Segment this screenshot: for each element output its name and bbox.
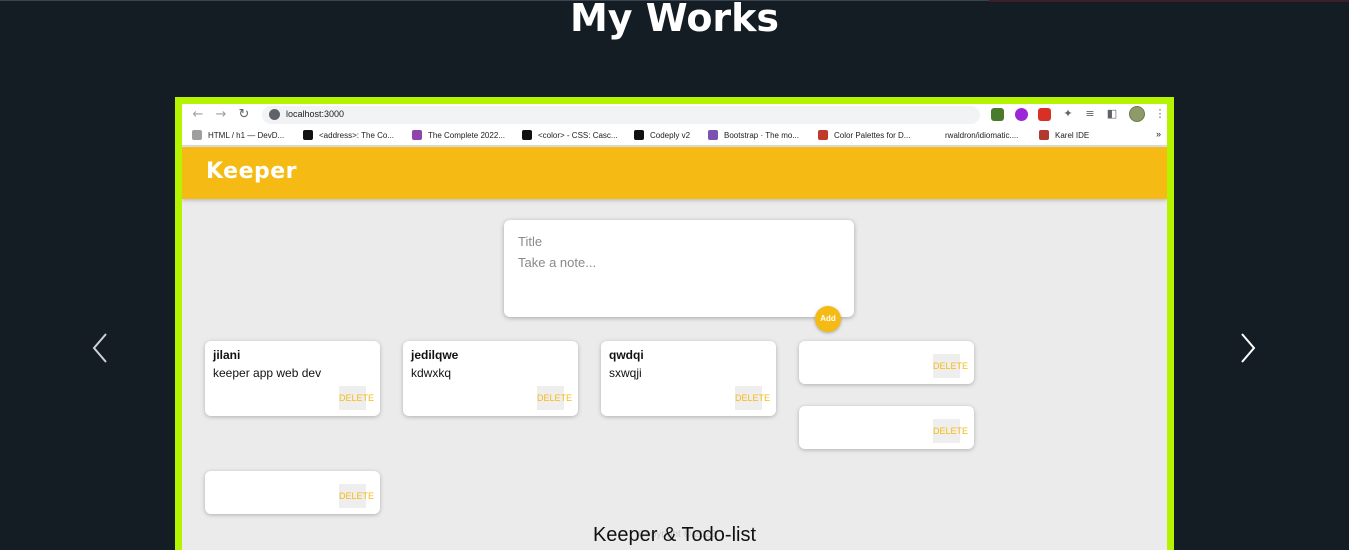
bookmark-favicon-icon	[192, 129, 202, 140]
chevron-left-icon	[92, 333, 107, 363]
site-info-icon[interactable]	[269, 109, 280, 120]
extension-icon[interactable]	[1015, 108, 1028, 121]
extension-icon[interactable]	[991, 108, 1004, 121]
bookmark-favicon-icon	[818, 129, 828, 140]
app-brand: Keeper	[206, 159, 298, 184]
note-card: jedilqwe kdwxkq DELETE	[403, 341, 578, 416]
bookmark-item[interactable]: Karel IDE	[1039, 129, 1089, 143]
delete-button[interactable]: DELETE	[735, 386, 770, 410]
bookmark-item[interactable]: rwaldron/idiomatic....	[929, 129, 1018, 143]
extension-icon[interactable]	[1038, 108, 1051, 121]
note-card: DELETE	[205, 471, 380, 514]
note-content: keeper app web dev	[213, 366, 322, 380]
bookmark-item[interactable]: Bootstrap · The mo...	[708, 129, 799, 143]
reading-list-icon[interactable]: ≡	[1083, 107, 1097, 121]
browser-window: ← → ↻ localhost:3000 ✦ ≡ ◧ ⋮ HTML / h1 —…	[182, 104, 1167, 550]
delete-button[interactable]: DELETE	[933, 354, 968, 378]
address-bar[interactable]: localhost:3000	[262, 106, 980, 124]
bookmarks-overflow-icon[interactable]: »	[1156, 129, 1161, 139]
profile-avatar[interactable]	[1129, 106, 1145, 122]
bookmark-favicon-icon	[708, 129, 718, 140]
browser-toolbar: ← → ↻ localhost:3000 ✦ ≡ ◧ ⋮	[182, 104, 1167, 126]
carousel-prev-button[interactable]	[86, 330, 116, 366]
project-screenshot-frame: ← → ↻ localhost:3000 ✦ ≡ ◧ ⋮ HTML / h1 —…	[175, 97, 1174, 550]
bookmark-item[interactable]: The Complete 2022...	[412, 129, 505, 143]
add-note-button[interactable]: Add	[815, 306, 841, 332]
bookmark-item[interactable]: <color> - CSS: Casc...	[522, 129, 618, 143]
bookmark-item[interactable]: Codeply v2	[634, 129, 690, 143]
note-card: DELETE	[799, 341, 974, 384]
delete-button[interactable]: DELETE	[537, 386, 572, 410]
project-caption: Keeper & Todo-list	[592, 524, 757, 546]
note-content: kdwxkq	[411, 366, 452, 380]
bookmark-item[interactable]: <address>: The Co...	[303, 129, 394, 143]
note-content: sxwqji	[609, 366, 642, 380]
puzzle-icon[interactable]: ✦	[1061, 107, 1075, 121]
app-header: Keeper	[182, 147, 1167, 199]
bookmarks-bar: HTML / h1 — DevD... <address>: The Co...…	[182, 126, 1167, 146]
address-bar-url: localhost:3000	[286, 109, 345, 119]
bookmark-item[interactable]: Color Palettes for D...	[818, 129, 910, 143]
note-card: jilani keeper app web dev DELETE	[205, 341, 380, 416]
note-title: jedilqwe	[411, 348, 459, 362]
note-title: qwdqi	[609, 348, 644, 362]
bookmark-favicon-icon	[522, 129, 532, 140]
reload-icon[interactable]: ↻	[236, 107, 252, 123]
bookmark-favicon-icon	[1039, 129, 1049, 140]
bookmark-favicon-icon	[303, 129, 313, 140]
bookmark-favicon-icon	[929, 129, 939, 140]
forward-arrow-icon[interactable]: →	[213, 107, 229, 123]
chevron-right-icon	[1241, 333, 1256, 363]
delete-button[interactable]: DELETE	[339, 484, 374, 508]
note-card: DELETE	[799, 406, 974, 449]
side-panel-icon[interactable]: ◧	[1105, 107, 1119, 121]
back-arrow-icon[interactable]: ←	[190, 107, 206, 123]
note-content-textarea[interactable]: Take a note...	[518, 255, 596, 270]
note-card: qwdqi sxwqji DELETE	[601, 341, 776, 416]
menu-kebab-icon[interactable]: ⋮	[1153, 107, 1167, 121]
title-input[interactable]: Title	[518, 234, 542, 249]
carousel-next-button[interactable]	[1232, 330, 1262, 366]
note-title: jilani	[213, 348, 241, 362]
create-note-form: Title Take a note...	[504, 220, 854, 317]
delete-button[interactable]: DELETE	[339, 386, 374, 410]
bookmark-item[interactable]: HTML / h1 — DevD...	[192, 129, 284, 143]
delete-button[interactable]: DELETE	[933, 419, 968, 443]
bookmark-favicon-icon	[412, 129, 422, 140]
page-title: My Works	[569, 0, 780, 40]
bookmark-favicon-icon	[634, 129, 644, 140]
